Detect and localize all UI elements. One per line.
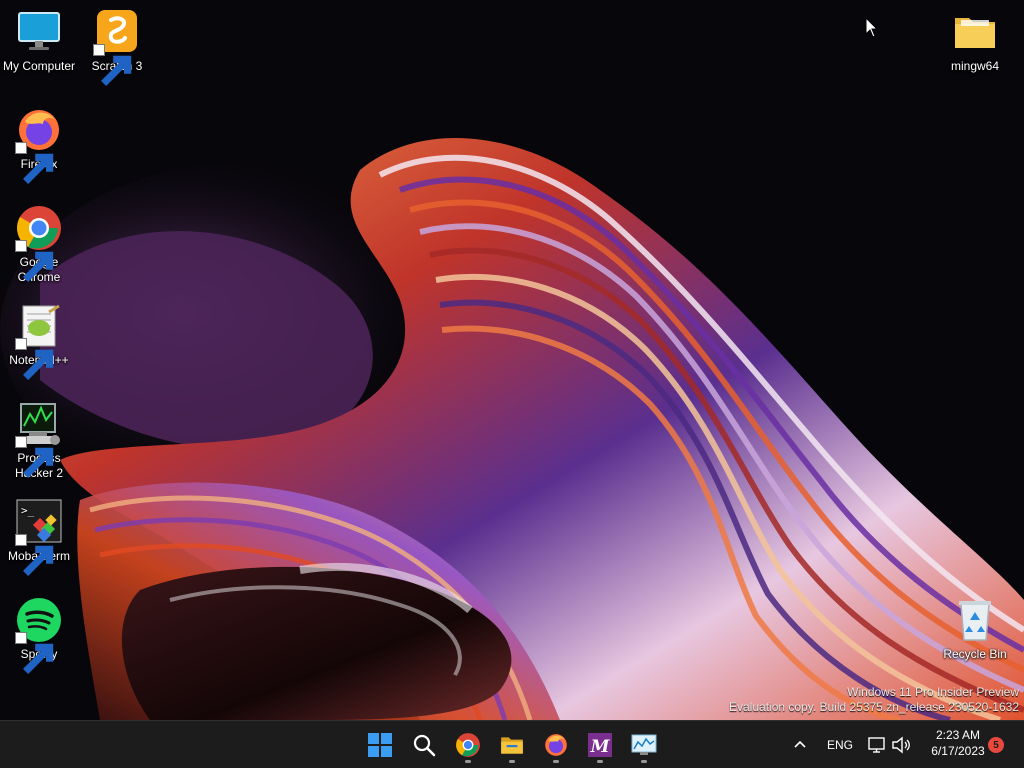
- monitor-icon: [15, 8, 63, 56]
- os-watermark: Windows 11 Pro Insider Preview Evaluatio…: [729, 685, 1019, 715]
- desktop-icon-chrome[interactable]: Google Chrome: [0, 204, 78, 285]
- folder-icon: [951, 8, 999, 56]
- taskbar-resource-monitor[interactable]: [624, 725, 664, 765]
- network-button[interactable]: [866, 733, 888, 757]
- speaker-icon: [892, 736, 910, 754]
- shortcut-arrow-icon: [15, 534, 54, 576]
- running-indicator: [509, 760, 515, 763]
- taskbar-mobaxterm[interactable]: M: [580, 725, 620, 765]
- desktop-icon-mingw64[interactable]: mingw64: [936, 8, 1014, 74]
- desktop-icon-firefox[interactable]: Firefox: [0, 106, 78, 184]
- mobaxterm-icon: M: [588, 733, 612, 757]
- running-indicator: [553, 760, 559, 763]
- shortcut-arrow-icon: [15, 632, 54, 674]
- taskbar[interactable]: M ENG 2:23 AM 6/17/2023 5: [0, 720, 1024, 768]
- search-icon: [413, 734, 436, 757]
- desktop-icon-recycle-bin[interactable]: Recycle Bin: [936, 596, 1014, 662]
- language-indicator[interactable]: ENG: [827, 738, 853, 752]
- notification-badge[interactable]: 5: [988, 737, 1004, 753]
- svg-text:>_: >_: [21, 504, 35, 517]
- mobaxterm-icon: >_: [15, 498, 63, 576]
- windows-start-icon: [368, 733, 392, 757]
- network-icon: [868, 737, 885, 753]
- desktop-icon-label: My Computer: [2, 59, 76, 73]
- watermark-edition: Windows 11 Pro Insider Preview: [847, 685, 1019, 699]
- chrome-icon: [456, 733, 480, 757]
- desktop-icon-label: mingw64: [950, 59, 1000, 73]
- shortcut-arrow-icon: [15, 436, 54, 478]
- desktop-icon-notepadpp[interactable]: Notepad++: [0, 302, 78, 380]
- desktop-icon-label: Recycle Bin: [943, 647, 1007, 661]
- chevron-up-icon: [794, 740, 806, 748]
- mouse-cursor-icon: [865, 17, 879, 38]
- desktop-icon-scratch[interactable]: Scratch 3: [78, 8, 156, 86]
- scratch-icon: [93, 8, 141, 86]
- process-hacker-icon: [15, 400, 63, 478]
- taskbar-file-explorer[interactable]: [492, 725, 532, 765]
- spotify-icon: [15, 596, 63, 674]
- start-button[interactable]: [360, 725, 400, 765]
- wallpaper: [0, 0, 1024, 720]
- taskbar-firefox[interactable]: [536, 725, 576, 765]
- monitor-chart-icon: [631, 734, 657, 755]
- tray-overflow-button[interactable]: [788, 733, 812, 757]
- running-indicator: [465, 760, 471, 763]
- recycle-bin-icon: [951, 596, 999, 644]
- shortcut-arrow-icon: [15, 142, 54, 184]
- desktop[interactable]: My Computer Scratch 3 Firefox Google Chr…: [0, 0, 1024, 768]
- running-indicator: [641, 760, 647, 763]
- running-indicator: [597, 760, 603, 763]
- taskbar-chrome[interactable]: [448, 725, 488, 765]
- desktop-icon-my-computer[interactable]: My Computer: [0, 8, 78, 74]
- firefox-icon: [15, 106, 63, 184]
- notepadpp-icon: [15, 302, 63, 380]
- search-button[interactable]: [404, 725, 444, 765]
- firefox-icon: [545, 734, 567, 756]
- svg-text:M: M: [590, 737, 611, 757]
- watermark-build: Evaluation copy. Build 25375.zn_release.…: [729, 700, 1019, 714]
- file-explorer-icon: [501, 737, 523, 754]
- shortcut-arrow-icon: [93, 44, 132, 86]
- desktop-icon-mobaxterm[interactable]: >_ MobaXterm: [0, 498, 78, 576]
- shortcut-arrow-icon: [15, 240, 54, 282]
- shortcut-arrow-icon: [15, 338, 54, 380]
- desktop-icon-spotify[interactable]: Spotify: [0, 596, 78, 674]
- volume-button[interactable]: [890, 733, 912, 757]
- desktop-icon-process-hacker[interactable]: Process Hacker 2: [0, 400, 78, 481]
- clock-time: 2:23 AM: [935, 728, 981, 742]
- chrome-icon: [15, 204, 63, 282]
